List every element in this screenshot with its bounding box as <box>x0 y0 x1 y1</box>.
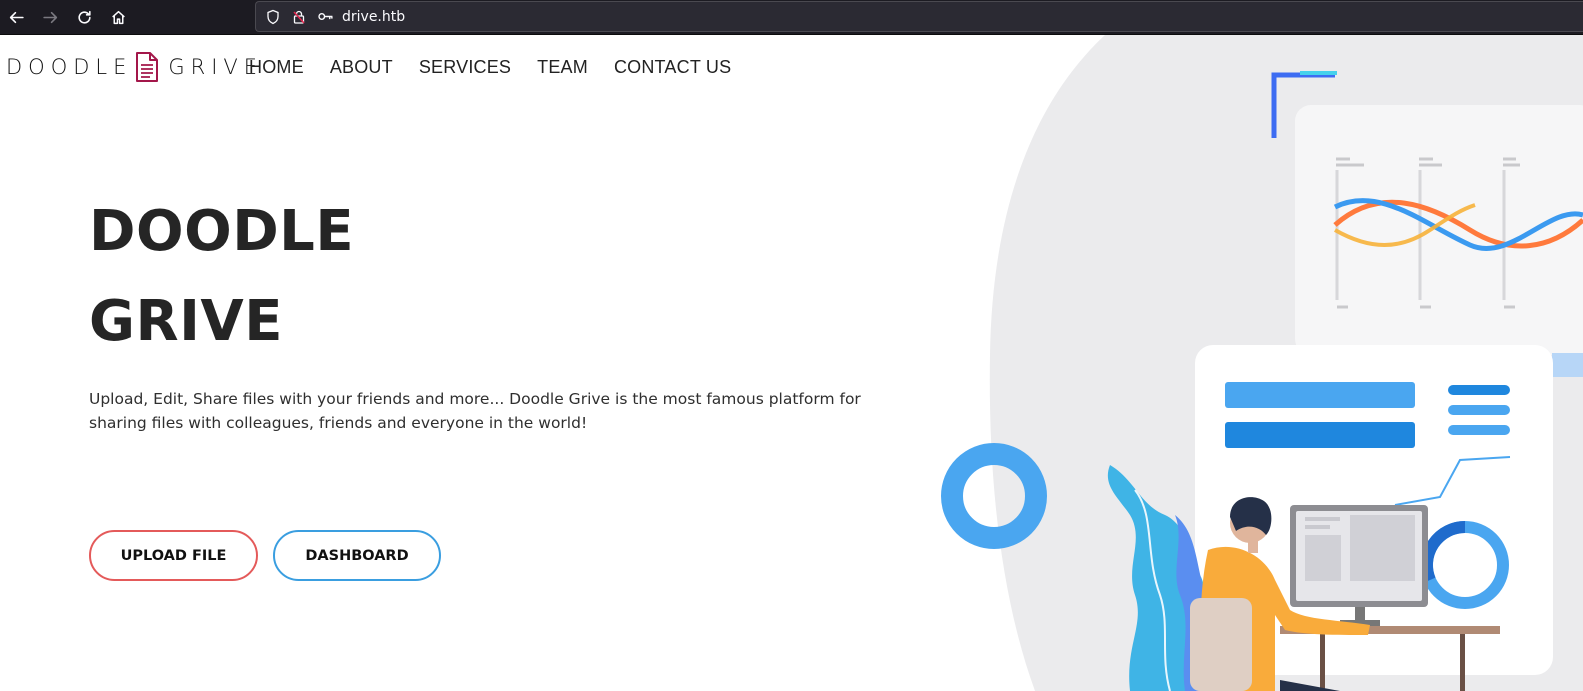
document-icon <box>136 52 159 82</box>
chair <box>1190 598 1252 691</box>
site-logo[interactable]: DOODLE GRIVE <box>6 51 263 83</box>
panel-line-3 <box>1448 425 1510 435</box>
hero-title-line-1: DOODLE <box>89 199 355 264</box>
side-tab <box>1552 353 1583 377</box>
nav-contact-us[interactable]: CONTACT US <box>614 57 731 78</box>
panel-line-2 <box>1448 405 1510 415</box>
back-arrow-icon <box>9 11 24 23</box>
home-button[interactable] <box>106 5 130 29</box>
upload-file-button[interactable]: UPLOAD FILE <box>89 530 258 581</box>
reload-button[interactable] <box>72 5 96 29</box>
browser-toolbar: drive.htb <box>0 0 1583 34</box>
forward-button[interactable] <box>38 5 62 29</box>
address-bar[interactable]: drive.htb <box>255 1 1583 32</box>
lock-icon[interactable] <box>288 6 310 28</box>
nav-home[interactable]: HOME <box>249 57 304 78</box>
main-nav: HOME ABOUT SERVICES TEAM CONTACT US <box>249 57 757 78</box>
url-text[interactable]: drive.htb <box>342 9 405 25</box>
hero-illustration <box>941 35 1583 691</box>
dashboard-button[interactable]: DASHBOARD <box>273 530 441 581</box>
hero-title-line-2: GRIVE <box>89 289 284 354</box>
shield-icon[interactable] <box>262 6 284 28</box>
reload-icon <box>77 10 91 24</box>
key-icon[interactable] <box>314 6 336 28</box>
forward-arrow-icon <box>42 11 57 23</box>
home-icon <box>111 10 125 24</box>
panel-bar-1 <box>1225 382 1415 408</box>
panel-line-1 <box>1448 385 1510 395</box>
nav-services[interactable]: SERVICES <box>419 57 511 78</box>
hero-title: DOODLE GRIVE <box>89 187 354 367</box>
logo-word-left: DOODLE <box>6 55 133 79</box>
back-button[interactable] <box>4 5 28 29</box>
hero-description: Upload, Edit, Share files with your frie… <box>89 390 861 432</box>
nav-about[interactable]: ABOUT <box>330 57 393 78</box>
page: DOODLE GRIVE HOME ABOUT SERVICES TEAM CO… <box>0 35 1583 691</box>
nav-team[interactable]: TEAM <box>537 57 588 78</box>
panel-bar-2 <box>1225 422 1415 448</box>
